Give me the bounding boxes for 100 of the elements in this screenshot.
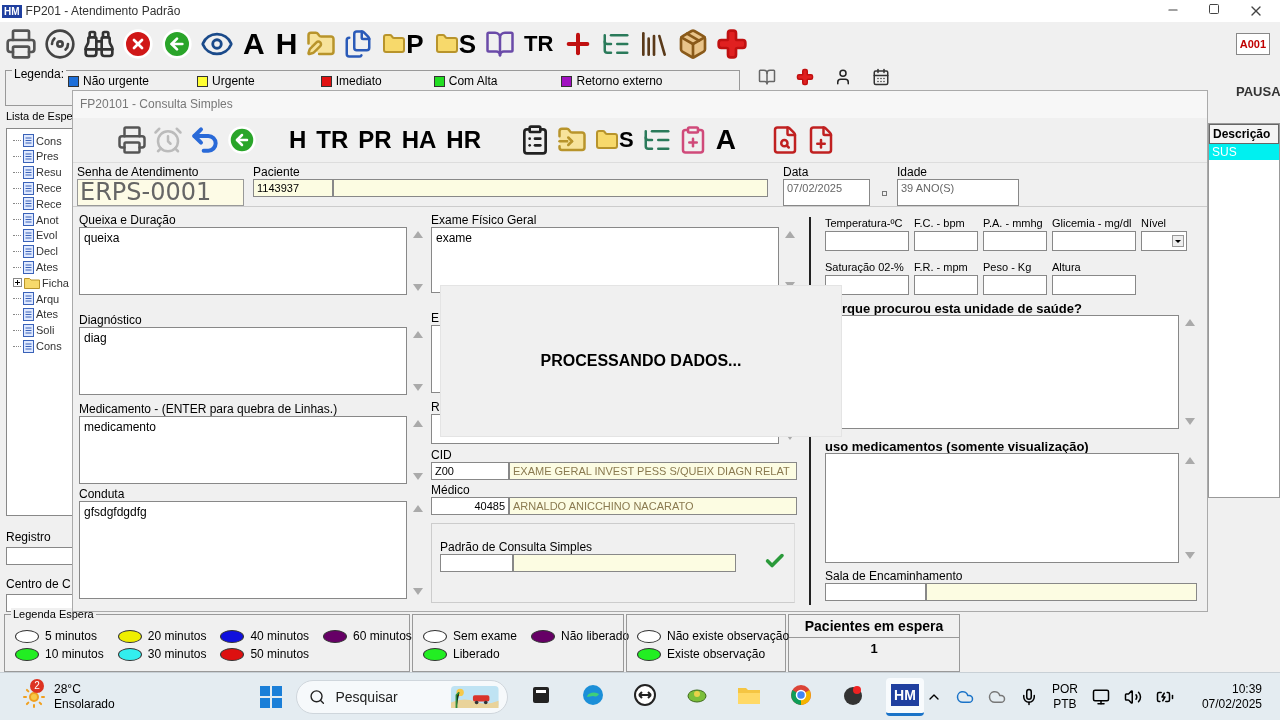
toolbar-button[interactable]: A [241,29,267,59]
user-button[interactable]: A001 [1235,33,1270,55]
field-label: CID [431,448,453,462]
field-label: Paciente [253,165,301,179]
document-icon [23,213,34,227]
age-field[interactable]: 39 ANO(S) [897,179,1019,206]
vital-field[interactable] [914,231,978,251]
cid-code-field[interactable]: Z00 [431,462,509,480]
toolbar-button[interactable]: P [380,31,426,57]
document-icon [23,292,34,306]
vital-field[interactable] [983,231,1047,251]
room-code-field[interactable] [825,583,926,601]
vital-field[interactable] [914,275,978,295]
room-name-field[interactable] [926,583,1197,601]
toolbar-button[interactable]: A [713,126,738,154]
windows-icon[interactable] [260,685,282,708]
toolbar-button[interactable]: S [593,128,636,152]
scroll-down-icon[interactable] [413,588,423,595]
tree-item[interactable]: Cons [13,132,89,149]
vital-field[interactable] [1052,275,1136,295]
book-icon[interactable] [485,29,516,59]
weather-temperature: 28°C [54,681,82,697]
doctor-name-field[interactable]: ARNALDO ANICCHINO NACARATO [509,497,797,515]
search-box[interactable]: Pesquisar [296,679,508,714]
toolbar-button[interactable]: PR [356,128,394,152]
field-label: Médico [431,483,471,497]
legend-label: Existe observação [667,647,766,661]
documents-icon[interactable] [343,29,374,59]
toolbar-button[interactable]: HA [399,128,439,152]
scroll-up-icon[interactable] [413,331,423,338]
marker-icon [882,191,887,196]
scroll-down-icon[interactable] [413,384,423,391]
legend-label: Urgente [212,74,255,88]
scroll-up-icon[interactable] [1185,319,1195,326]
document-icon [23,228,34,242]
field-label: Sala de Encaminhamento [825,569,964,583]
printer-icon[interactable] [5,28,37,60]
legend-label: 40 minutos [250,629,310,643]
toolbar-button[interactable]: TR [314,128,351,152]
text-area[interactable]: diag [79,327,407,395]
person-icon[interactable] [834,68,852,86]
scroll-down-icon[interactable] [1185,552,1195,559]
legend-label: Retorno externo [576,74,663,88]
count-value: 1 [869,640,879,658]
browser-icon [789,683,813,707]
language-indicator[interactable]: POR PTB [1051,681,1078,712]
monitor-icon[interactable] [1091,687,1110,706]
toolbar-button[interactable]: HR [444,128,484,152]
field-label: F.R. - mpm [914,261,969,275]
expand-icon[interactable] [13,278,22,288]
field-label: Conduta [79,487,126,501]
scroll-up-icon[interactable] [413,505,423,512]
toolbar-button[interactable]: TR [522,33,556,55]
text-area[interactable]: queixa [79,227,407,295]
level-select[interactable] [1141,231,1187,251]
scroll-down-icon[interactable] [413,473,423,480]
template-code-field[interactable] [440,554,513,572]
tree-item[interactable]: Pres [13,148,89,165]
taskbar-app[interactable]: HM [886,677,924,716]
scroll-up-icon[interactable] [413,231,423,238]
record-icon [841,683,865,707]
medical-cross-icon[interactable] [796,68,814,86]
scroll-up-icon[interactable] [785,231,795,238]
text-area[interactable]: medicamento [79,416,407,484]
text-area[interactable]: gfsdgfdgdfg [79,501,407,599]
patient-name-field[interactable] [333,179,768,197]
toolbar-button[interactable]: H [273,29,300,59]
scroll-down-icon[interactable] [1185,418,1195,425]
speaker-icon[interactable] [1123,687,1142,706]
undo-icon[interactable] [189,124,221,156]
toolbar-button[interactable]: S [432,31,479,57]
field-label: Saturação 02-% [825,261,905,275]
cid-description-field[interactable]: EXAME GERAL INVEST PESS S/QUEIX DIAGN RELAT [509,462,797,480]
date-field[interactable]: 07/02/2025 [783,179,870,206]
toolbar-button[interactable]: H [287,128,309,152]
search-input[interactable]: Pesquisar [333,687,444,706]
legend-label: Não urgente [83,74,150,88]
template-name-field[interactable] [513,554,737,572]
vital-field[interactable] [825,231,909,251]
legend-label: Sem exame [453,629,518,643]
binoculars-icon[interactable] [83,28,115,60]
scroll-up-icon[interactable] [413,420,423,427]
book-icon[interactable] [758,68,776,86]
medical-cross-icon[interactable] [716,28,749,60]
ticket-field[interactable]: ERPS-0001 [77,179,244,206]
patient-code-field[interactable]: 1143937 [253,179,333,197]
scroll-down-icon[interactable] [413,284,423,291]
printer-icon[interactable] [117,125,147,155]
doctor-code-field[interactable]: 40485 [431,497,509,515]
calendar-icon[interactable] [872,68,890,86]
panel-title: Lista de Espe [6,110,74,124]
clock[interactable]: 10:39 07/02/2025 [1201,681,1262,712]
vital-field[interactable] [983,275,1047,295]
maximize-icon[interactable] [1208,3,1220,15]
disc-icon[interactable] [44,28,76,60]
scroll-up-icon[interactable] [1185,457,1195,464]
text-area[interactable] [825,453,1179,563]
document-icon [23,149,34,163]
vital-field[interactable] [1052,231,1136,251]
close-icon[interactable] [122,28,154,60]
